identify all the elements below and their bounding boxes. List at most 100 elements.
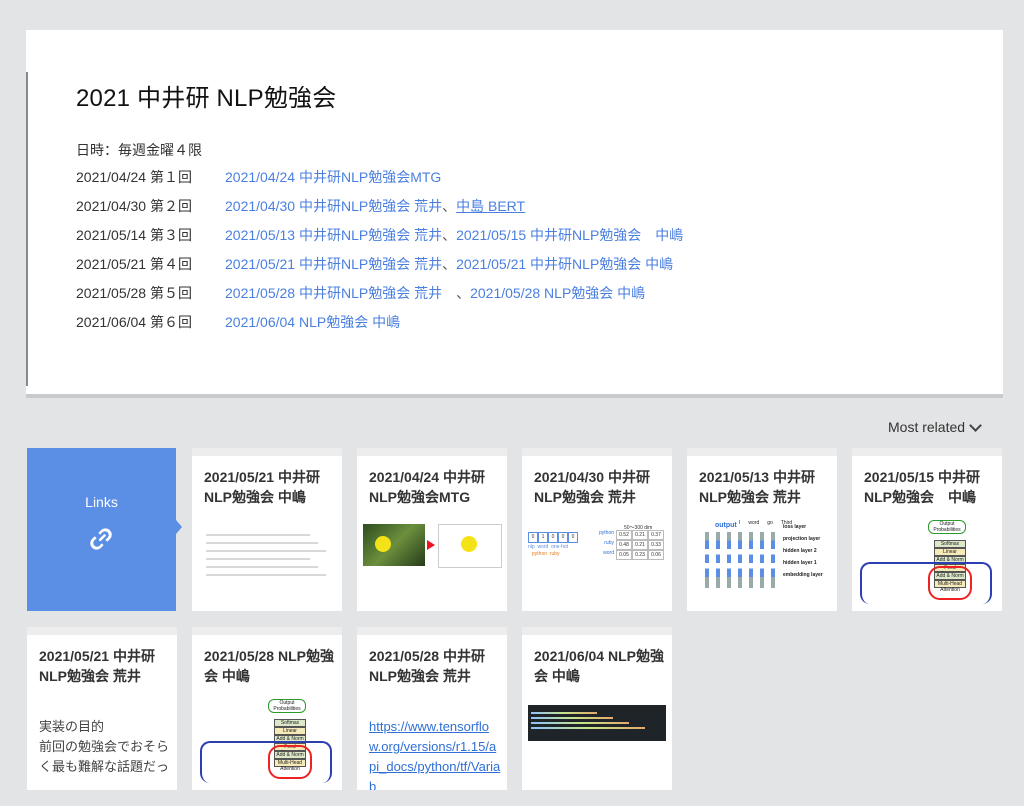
onehot-cell: 0 (568, 532, 578, 543)
note-card[interactable]: 2021/04/24 中井研NLP勉強会MTG (357, 448, 507, 611)
text-line (206, 534, 310, 536)
card-thumbnail (363, 518, 502, 601)
card-url-link[interactable]: https://www.tensorflow.org/versions/r1.1… (369, 717, 501, 790)
note-card[interactable]: 2021/05/28 中井研NLP勉強会 荒井 https://www.tenso… (357, 627, 507, 790)
table-cell: 0.48 (616, 540, 632, 550)
header-accent-bar (26, 72, 28, 386)
note-card[interactable]: 2021/05/21 中井研NLP勉強会 中嶋 (192, 448, 342, 611)
session-link[interactable]: 2021/05/21 中井研NLP勉強会 中嶋 (456, 256, 673, 272)
session-date: 2021/04/30 第２回 (76, 198, 192, 214)
session-row: 2021/05/14 第３回 2021/05/13 中井研NLP勉強会 荒井、20… (76, 225, 683, 254)
rnn-column (749, 532, 753, 588)
session-link[interactable]: 2021/05/13 中井研NLP勉強会 荒井 (225, 227, 442, 243)
session-link[interactable]: 中島 BERT (456, 198, 525, 214)
session-row: 2021/04/24 第１回 2021/04/24 中井研NLP勉強会MTG (76, 167, 683, 196)
rnn-column (727, 532, 731, 588)
session-row: 2021/05/28 第５回 2021/05/28 中井研NLP勉強会 荒井 、2… (76, 283, 683, 312)
table-cell: 0.23 (632, 550, 648, 560)
note-card[interactable]: 2021/05/15 中井研NLP勉強会 中嶋 Output Probabilit… (852, 448, 1002, 611)
onehot-cell: 0 (558, 532, 568, 543)
session-list: 2021/04/24 第１回 2021/04/24 中井研NLP勉強会MTG 202… (76, 167, 683, 341)
session-date: 2021/04/24 第１回 (76, 169, 192, 185)
rnn-column (771, 532, 775, 588)
links-card[interactable]: Links (27, 448, 182, 611)
session-link[interactable]: 2021/06/04 NLP勉強会 中嶋 (225, 314, 400, 330)
links-label: Links (85, 494, 118, 510)
sort-label: Most related (888, 419, 966, 435)
links-card-pointer (176, 520, 182, 534)
link-separator: 、 (442, 198, 457, 214)
rnn-column (760, 532, 764, 588)
encoder-outline (200, 741, 332, 783)
link-icon (90, 528, 112, 550)
text-line (206, 542, 318, 544)
note-card[interactable]: 2021/04/30 中井研NLP勉強会 荒井 0 1 0 0 0 nlp word one… (522, 448, 672, 611)
output-prob-box: Output Probabilities (268, 699, 306, 713)
card-title: 2021/05/28 NLP勉強会 中嶋 (204, 648, 334, 684)
onehot-cell: 0 (528, 532, 538, 543)
highlight-ring (928, 566, 972, 600)
card-title: 2021/04/24 中井研NLP勉強会MTG (369, 469, 485, 505)
card-title: 2021/05/13 中井研NLP勉強会 荒井 (699, 469, 815, 505)
link-separator: 、 (456, 285, 471, 301)
table-cell: 0.21 (632, 530, 648, 540)
transformer-block: Softmax (274, 719, 306, 727)
link-separator: 、 (442, 227, 457, 243)
table-cell: 0.33 (648, 540, 664, 550)
card-thumbnail: Output Probabilities Softmax Linear Add & N… (858, 518, 996, 604)
note-card[interactable]: 2021/05/28 NLP勉強会 中嶋 Output Probabilities… (192, 627, 342, 790)
note-card[interactable]: 2021/06/04 NLP勉強会 中嶋 (522, 627, 672, 790)
card-thumbnail (528, 697, 666, 780)
session-date: 2021/06/04 第６回 (76, 314, 192, 330)
highlight-ring (268, 745, 312, 779)
session-row: 2021/04/30 第２回 2021/04/30 中井研NLP勉強会 荒井、中島… (76, 196, 683, 225)
text-line (206, 558, 310, 560)
page-title: 2021 中井研 NLP勉強会 (76, 85, 337, 112)
table-cell: 0.52 (616, 530, 632, 540)
table-cell: 0.05 (616, 550, 632, 560)
text-line (206, 566, 318, 568)
table-cell: 0.21 (632, 540, 648, 550)
rnn-column (705, 532, 709, 588)
table-cell: 0.06 (648, 550, 664, 560)
card-thumbnail: Output Probabilities Softmax Linear Add & N… (198, 697, 336, 783)
rnn-column (716, 532, 720, 588)
header-card: 2021 中井研 NLP勉強会 日時：毎週金曜４限 2021/04/24 第１回… (26, 30, 1003, 398)
arrow-icon (427, 540, 435, 550)
note-card[interactable]: 2021/05/21 中井研NLP勉強会 荒井 実装の目的 前回の勉強会でおそらく… (27, 627, 177, 790)
onehot-cell: 1 (538, 532, 548, 543)
rnn-column (738, 532, 742, 588)
output-prob-box: Output Probabilities (928, 520, 966, 534)
session-link[interactable]: 2021/04/30 中井研NLP勉強会 荒井 (225, 198, 442, 214)
session-date: 2021/05/21 第４回 (76, 256, 192, 272)
session-link[interactable]: 2021/05/15 中井研NLP勉強会 中嶋 (456, 227, 683, 243)
session-date: 2021/05/28 第５回 (76, 285, 192, 301)
sort-dropdown[interactable]: Most related (888, 418, 982, 435)
card-title: 2021/05/15 中井研NLP勉強会 中嶋 (864, 469, 980, 505)
card-thumbnail (198, 518, 336, 601)
transformer-block: Linear (934, 548, 966, 556)
card-title: 2021/05/28 中井研NLP勉強会 荒井 (369, 648, 485, 684)
session-link[interactable]: 2021/05/21 中井研NLP勉強会 荒井 (225, 256, 442, 272)
schedule-text: 日時：毎週金曜４限 (76, 142, 202, 158)
session-link[interactable]: 2021/05/28 中井研NLP勉強会 荒井 (225, 285, 456, 301)
card-title: 2021/06/04 NLP勉強会 中嶋 (534, 648, 664, 684)
transformer-block: Softmax (934, 540, 966, 548)
code-block (528, 705, 666, 741)
smiley-icon (461, 536, 477, 552)
text-line (206, 550, 326, 552)
onehot-cell: 0 (548, 532, 558, 543)
card-title: 2021/05/21 中井研NLP勉強会 中嶋 (204, 469, 320, 505)
link-separator: 、 (442, 256, 457, 272)
note-card[interactable]: 2021/05/13 中井研NLP勉強会 荒井 output Iword go Thir… (687, 448, 837, 611)
smiley-icon (375, 536, 391, 552)
card-excerpt: 実装の目的 前回の勉強会でおそらく最も難解な話題だっ (39, 719, 170, 774)
session-row: 2021/06/04 第６回 2021/06/04 NLP勉強会 中嶋 (76, 312, 683, 341)
session-row: 2021/05/21 第４回 2021/05/21 中井研NLP勉強会 荒井、20… (76, 254, 683, 283)
text-line (206, 574, 326, 576)
forest-photo (363, 524, 425, 566)
card-title: 2021/04/30 中井研NLP勉強会 荒井 (534, 469, 650, 505)
session-link[interactable]: 2021/04/24 中井研NLP勉強会MTG (225, 169, 441, 185)
session-link[interactable]: 2021/05/28 NLP勉強会 中嶋 (470, 285, 645, 301)
chevron-down-icon (969, 418, 982, 432)
